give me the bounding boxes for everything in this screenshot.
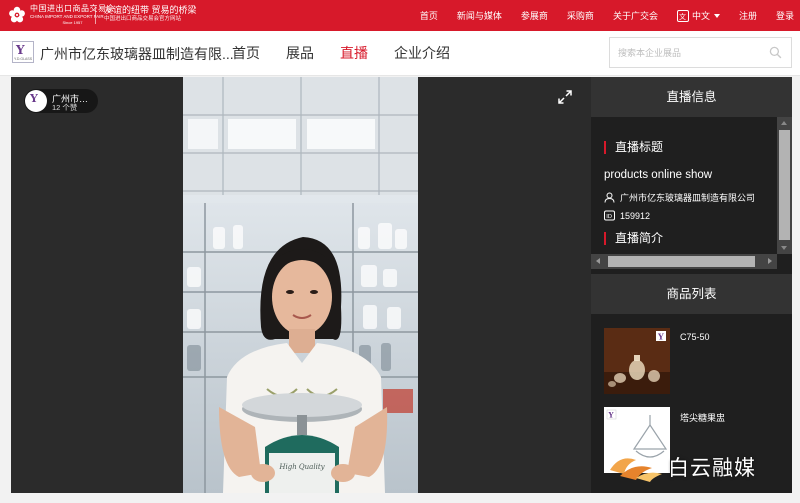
top-nav-exhibitors[interactable]: 参展商	[521, 9, 548, 22]
scroll-thumb[interactable]	[608, 256, 755, 267]
slogan: 友谊的纽带 贸易的桥梁 中国进出口商品交易会官方网站	[104, 5, 197, 23]
top-nav-about[interactable]: 关于广交会	[613, 9, 658, 22]
nav-live[interactable]: 直播	[340, 43, 368, 63]
live-info-heading: 直播信息	[591, 77, 792, 117]
search-box	[609, 37, 792, 68]
live-video[interactable]: High Quality	[183, 77, 418, 493]
canton-fair-logo[interactable]: 中国进出口商品交易会 CHINA IMPORT AND EXPORT FAIR …	[8, 5, 115, 25]
top-nav-news[interactable]: 新闻与媒体	[457, 9, 502, 22]
slogan-line2: 中国进出口商品交易会官方网站	[104, 16, 182, 23]
watermark-logo-icon	[610, 458, 662, 482]
svg-text:Y: Y	[657, 332, 664, 342]
company-nav: 首页 展品 直播 企业介绍	[232, 43, 476, 63]
canton-flower-icon	[9, 6, 25, 23]
search-icon[interactable]	[769, 46, 782, 59]
login-link[interactable]: 登录	[776, 9, 794, 22]
logo-en-text: CHINA IMPORT AND EXPORT FAIR	[30, 14, 104, 19]
live-info-body: 直播标题 products online show 广州市亿东玻璃器皿制造有限公…	[591, 117, 777, 254]
scroll-left-icon[interactable]	[596, 258, 600, 264]
streamer-chip[interactable]: Y 广州市… 12 个赞	[24, 89, 98, 113]
watermark: 白云融媒	[606, 447, 756, 487]
svg-text:Y: Y	[608, 411, 615, 420]
nav-home[interactable]: 首页	[232, 43, 260, 63]
live-title-heading: 直播标题	[604, 141, 663, 154]
logo-cn-text: 中国进出口商品交易会	[30, 4, 115, 13]
product-thumbnail[interactable]: Y	[604, 328, 670, 394]
language-icon: 文	[676, 9, 689, 22]
scroll-down-icon[interactable]	[781, 246, 787, 250]
svg-text:ID: ID	[606, 214, 612, 220]
svg-text:文: 文	[679, 12, 686, 21]
horizontal-scrollbar[interactable]	[591, 254, 777, 269]
logo-since-text: Since 1957	[62, 19, 83, 25]
top-nav-home[interactable]: 首页	[420, 9, 438, 22]
register-link[interactable]: 注册	[739, 9, 757, 22]
user-icon	[604, 192, 615, 203]
nav-exhibits[interactable]: 展品	[286, 43, 314, 63]
live-id: 159912	[620, 210, 651, 221]
svg-text:High Quality: High Quality	[278, 463, 325, 471]
scroll-up-icon[interactable]	[781, 121, 787, 125]
top-nav: 首页 新闻与媒体 参展商 采购商 关于广交会 文 中文 注册 登录	[401, 0, 794, 31]
watermark-text: 白云融媒	[668, 457, 756, 480]
live-title: products online show	[604, 169, 713, 181]
divider	[95, 7, 96, 24]
like-count: 12 个赞	[52, 103, 78, 112]
avatar[interactable]: Y	[25, 90, 47, 112]
product-name[interactable]: C75-50	[680, 332, 710, 342]
top-nav-buyers[interactable]: 采购商	[567, 9, 594, 22]
fullscreen-icon[interactable]	[558, 90, 572, 104]
live-company-row: 广州市亿东玻璃器皿制造有限公司	[604, 191, 755, 204]
company-logo[interactable]: Y Y.D.GLASS	[12, 41, 34, 63]
product-item[interactable]: Y C75-50	[604, 328, 774, 394]
live-company: 广州市亿东玻璃器皿制造有限公司	[620, 193, 756, 203]
vertical-scrollbar[interactable]	[777, 117, 792, 254]
live-player[interactable]: High Quality Y 广州市… 12 个赞	[11, 77, 591, 493]
language-label: 中文	[691, 11, 710, 21]
live-video-image: High Quality	[183, 77, 418, 493]
live-id-row: ID 159912	[604, 210, 650, 221]
scroll-right-icon[interactable]	[768, 258, 772, 264]
search-input[interactable]	[610, 38, 760, 67]
live-side-panel: 直播信息 直播标题 products online show 广州市亿东玻璃器皿…	[591, 77, 792, 493]
live-intro-heading: 直播简介	[604, 232, 663, 245]
product-name[interactable]: 塔尖糖果盅	[680, 411, 725, 424]
slogan-line1: 友谊的纽带 贸易的桥梁	[104, 5, 197, 15]
language-selector[interactable]: 文 中文	[676, 9, 720, 22]
scroll-thumb[interactable]	[779, 130, 790, 240]
id-icon: ID	[604, 210, 615, 221]
top-bar: 中国进出口商品交易会 CHINA IMPORT AND EXPORT FAIR …	[0, 0, 800, 31]
chevron-down-icon	[713, 13, 720, 18]
product-list-heading: 商品列表	[591, 274, 792, 314]
nav-company-intro[interactable]: 企业介绍	[394, 43, 450, 63]
company-name[interactable]: 广州市亿东玻璃器皿制造有限...	[40, 44, 234, 64]
